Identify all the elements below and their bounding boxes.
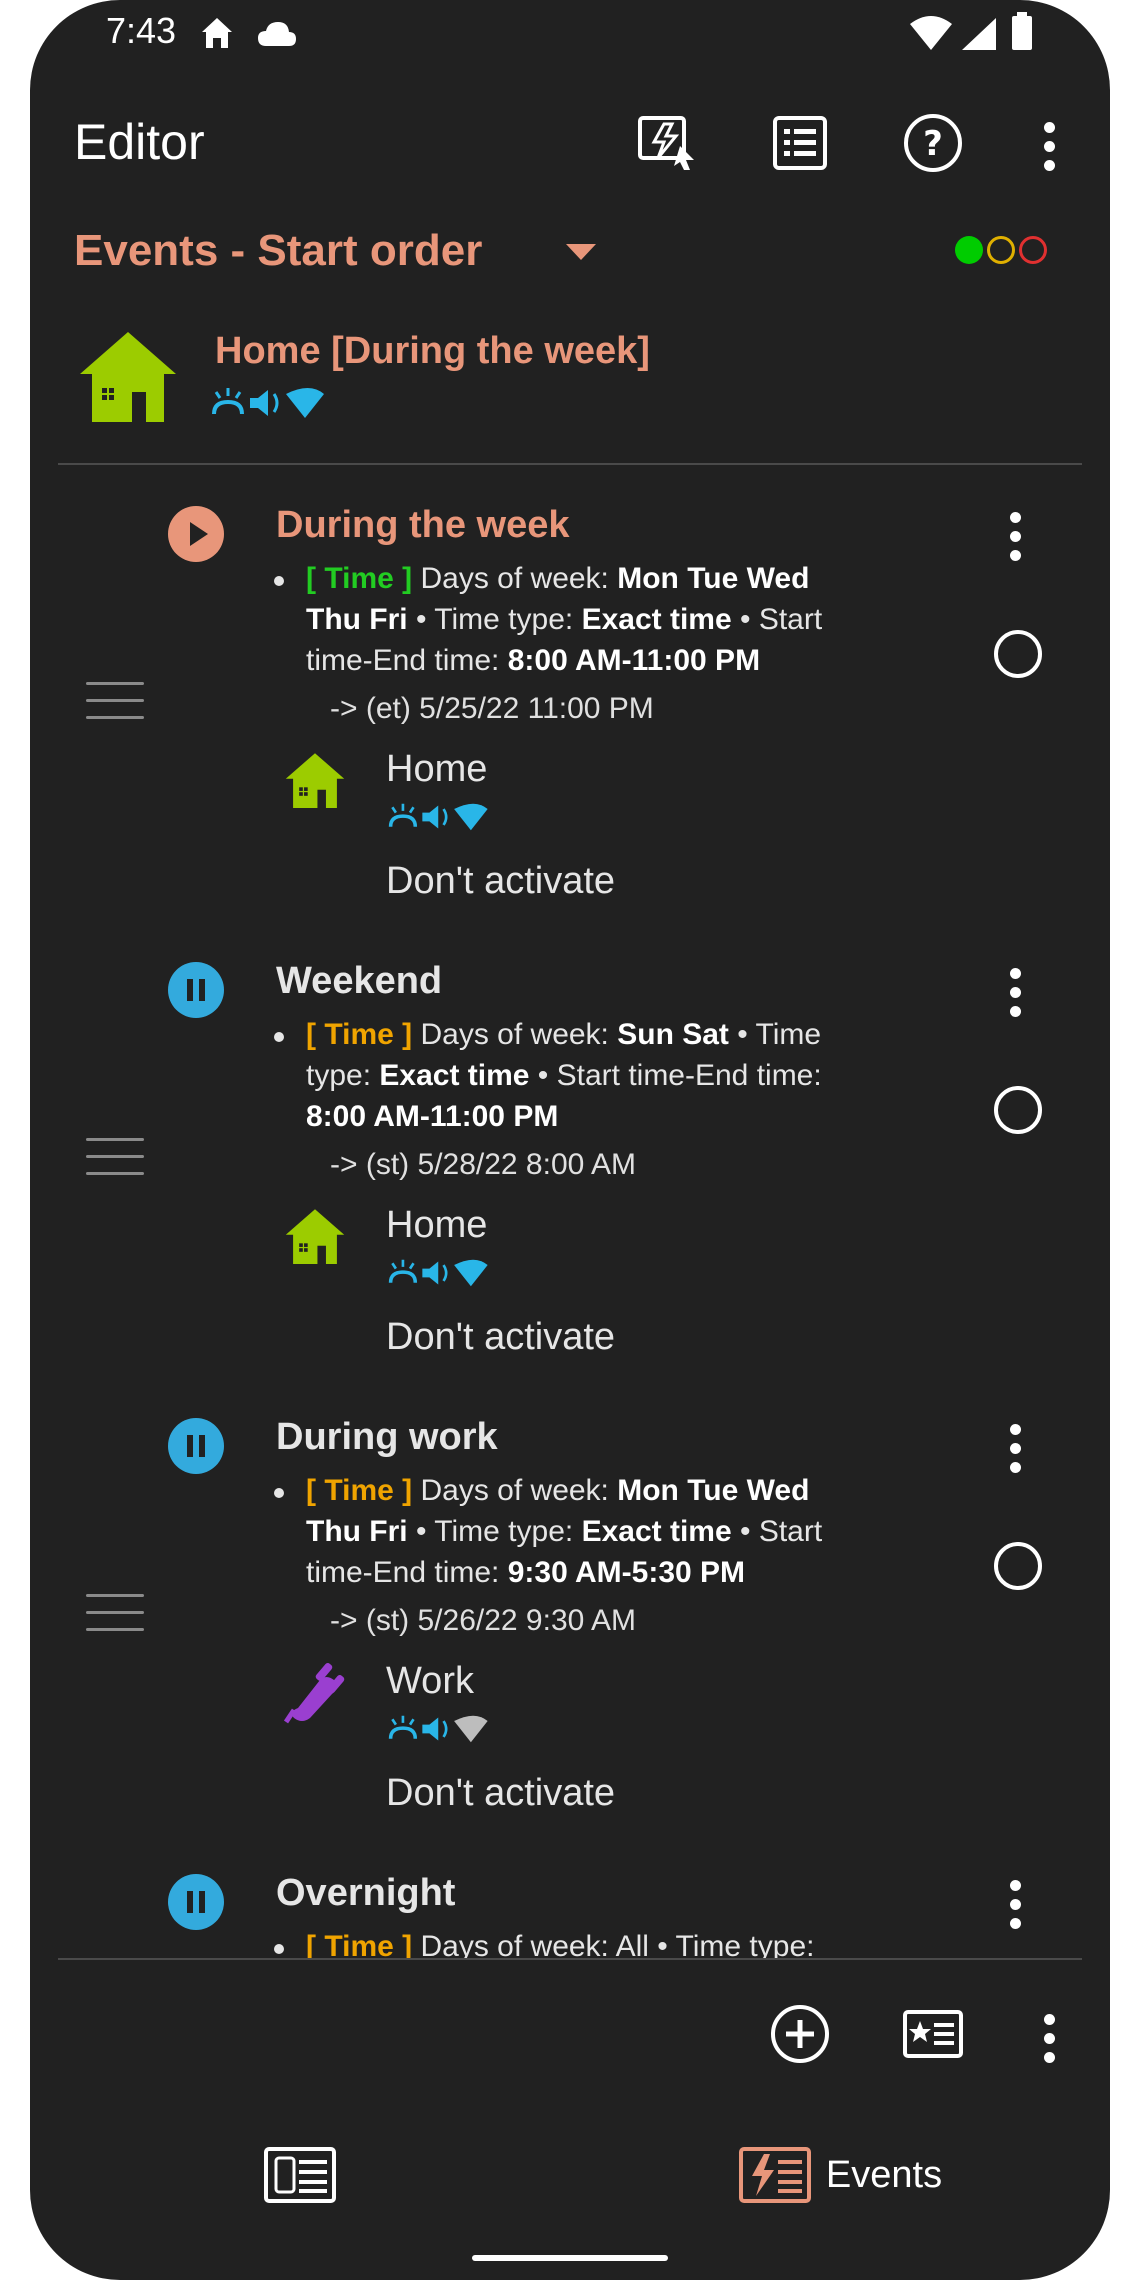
plug-icon [284,1662,345,1724]
wifi-icon [910,16,952,50]
bullet [274,1032,284,1042]
status-time: 7:43 [106,10,177,51]
page-title: Editor [74,114,205,170]
house-icon [285,753,345,808]
event-name: During the week [276,504,570,546]
event-name: Weekend [276,960,443,1002]
drag-handle-icon[interactable] [86,1594,144,1645]
svg-text:?: ? [923,124,943,164]
event-item-weekend[interactable]: Weekend [ Time ] Days of week: Sun Sat •… [30,920,1110,1376]
event-paused-icon [168,1418,224,1474]
profile-settings-icons [388,1259,488,1287]
event-more-button[interactable] [1008,1424,1022,1481]
gesture-home-bar[interactable] [472,2255,668,2261]
more-icon [1043,122,1055,133]
help-button[interactable]: ? [898,108,968,178]
chevron-down-icon[interactable] [566,244,596,262]
event-radio-button[interactable] [994,1086,1042,1134]
drag-handle-icon[interactable] [86,682,144,733]
tab-profiles[interactable] [30,2120,570,2230]
event-radio-button[interactable] [994,1542,1042,1590]
event-name: Overnight [276,1872,456,1914]
event-more-button[interactable] [1008,512,1022,569]
yellow-indicator-dot [987,236,1015,264]
add-event-button[interactable] [765,1999,835,2069]
event-order-spinner[interactable]: Events - Start order [74,226,482,276]
tab-events-label: Events [825,2153,943,2196]
house-icon [80,332,176,422]
event-paused-icon [168,962,224,1018]
red-indicator-dot [1019,236,1047,264]
list-button[interactable] [765,108,835,178]
event-item-during-work[interactable]: During work [ Time ] Days of week: Mon T… [30,1376,1110,1832]
home-notification-icon [202,18,232,48]
more-icon [1009,1880,1021,1891]
bottom-divider [58,1958,1082,1960]
dont-activate-label: Don't activate [386,1316,616,1358]
events-tab-icon [738,2147,811,2203]
profiles-tab-icon [264,2147,336,2203]
next-time: -> (st) 5/26/22 9:30 AM [330,1604,636,1637]
time-tag: [ Time ] [306,1474,413,1507]
profile-settings-icons [212,388,324,418]
event-running-icon [168,506,224,562]
signal-icon [962,18,996,50]
event-name: During work [276,1416,498,1458]
event-profile-name: Work [386,1660,474,1702]
time-tag: [ Time ] [306,1930,413,1958]
bullet [274,1488,284,1498]
event-conditions: [ Time ] Days of week: All • Time type: [306,1926,946,1958]
event-item-overnight[interactable]: Overnight [ Time ] Days of week: All • T… [30,1832,1110,1958]
dont-activate-label: Don't activate [386,1772,616,1814]
next-time: -> (st) 5/28/22 8:00 AM [330,1148,636,1181]
active-profile-name[interactable]: Home [During the week] [215,330,650,373]
list-icon [773,116,827,170]
cloud-icon [258,22,296,46]
more-options-button[interactable] [1042,122,1056,179]
green-indicator-dot [955,236,983,264]
event-conditions: [ Time ] Days of week: Mon Tue Wed Thu F… [306,1474,823,1589]
event-list-icon [903,2010,963,2058]
status-bar: 7:43 [30,0,1110,70]
house-icon [285,1209,345,1264]
event-conditions: [ Time ] Days of week: Mon Tue Wed Thu F… [306,562,823,677]
drag-handle-icon[interactable] [86,1138,144,1189]
profile-settings-icons [388,803,488,831]
event-profile-name: Home [386,1204,488,1246]
more-icon [1043,2014,1055,2025]
event-item-during-the-week[interactable]: During the week [ Time ] Days of week: M… [30,464,1110,920]
bullet [274,1944,284,1954]
dont-activate-label: Don't activate [386,860,616,902]
event-list-button[interactable] [898,1999,968,2069]
tab-events[interactable]: Events [570,2120,1110,2230]
phone-screen: 7:43 Editor ? Events - Start order Home … [30,0,1110,2280]
more-icon [1009,1424,1021,1435]
event-conditions: [ Time ] Days of week: Sun Sat • Time ty… [306,1018,822,1133]
profile-settings-icons [388,1715,488,1743]
activate-profile-button[interactable] [632,108,702,178]
more-icon [1009,512,1021,523]
status-indicators [955,236,1047,264]
event-more-button[interactable] [1008,1880,1022,1937]
more-icon [1009,968,1021,979]
bottom-more-button[interactable] [1042,2014,1056,2071]
time-tag: [ Time ] [306,562,413,595]
next-time: -> (et) 5/25/22 11:00 PM [330,692,654,725]
add-event-icon [771,2005,829,2063]
event-more-button[interactable] [1008,968,1022,1025]
activate-profile-icon [638,116,694,170]
event-paused-icon [168,1874,224,1930]
event-radio-button[interactable] [994,630,1042,678]
battery-icon [1012,12,1032,50]
event-list: During the week [ Time ] Days of week: M… [30,464,1110,1958]
event-profile-name: Home [386,748,488,790]
help-icon: ? [904,114,962,172]
time-tag: [ Time ] [306,1018,413,1051]
bullet [274,576,284,586]
